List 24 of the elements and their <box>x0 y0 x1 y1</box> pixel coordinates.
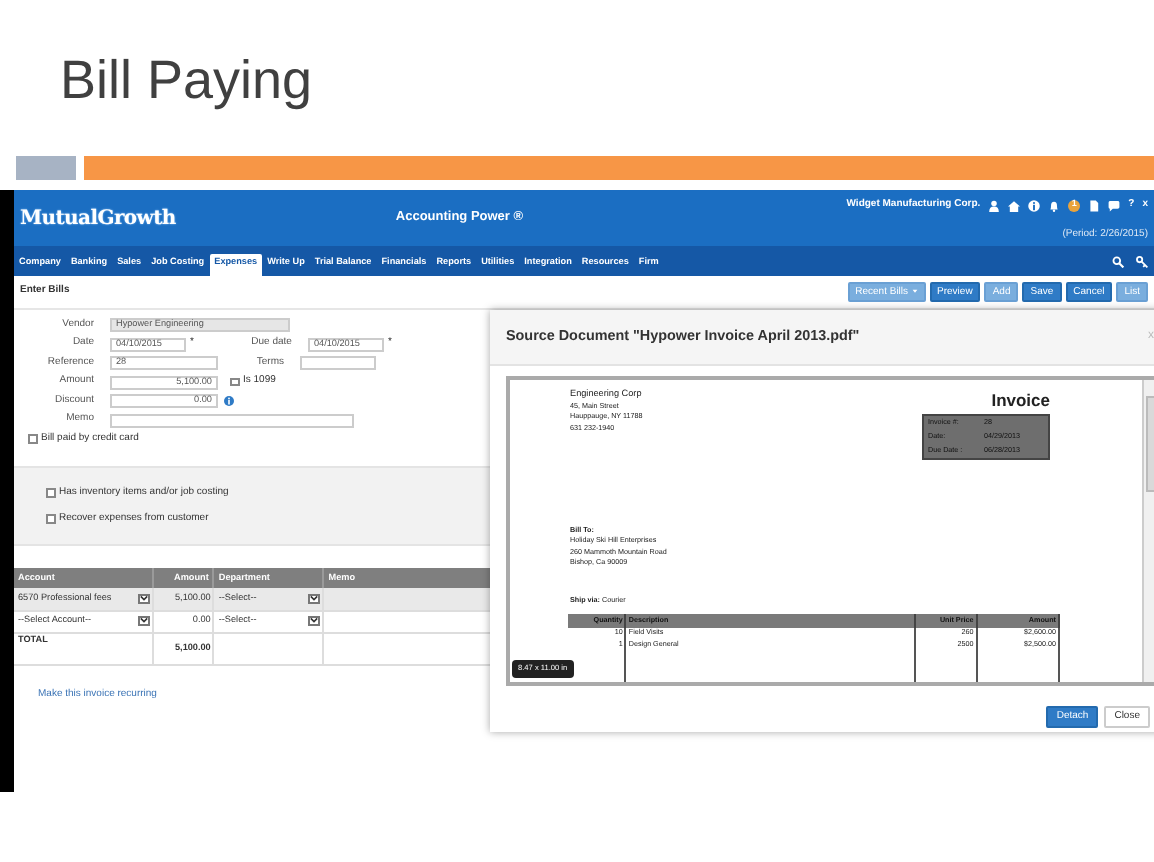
search-icon[interactable] <box>1112 255 1124 267</box>
caret-icon <box>911 287 918 294</box>
dropdown-arrow[interactable] <box>138 593 151 604</box>
key-icon[interactable] <box>1136 255 1148 267</box>
input-field[interactable] <box>110 413 354 427</box>
dropdown-arrow[interactable] <box>308 615 321 626</box>
bell-icon[interactable] <box>1048 199 1061 212</box>
dropdown-arrow[interactable] <box>308 593 321 604</box>
user-icon[interactable] <box>988 199 1001 212</box>
document-icon[interactable] <box>1088 199 1101 212</box>
info-icon[interactable] <box>1028 199 1041 212</box>
app-logo: MutualGrowth <box>20 205 176 233</box>
checkbox[interactable] <box>46 488 55 498</box>
input-field[interactable] <box>300 356 376 370</box>
chat-icon[interactable] <box>1108 199 1121 212</box>
invoice-heading: Invoice <box>991 388 1050 414</box>
info-icon[interactable] <box>224 396 234 406</box>
decor-bar <box>16 156 76 180</box>
slide-title: Bill Paying <box>58 48 315 114</box>
checkbox[interactable] <box>28 434 37 444</box>
dropdown-arrow[interactable] <box>138 615 151 626</box>
checkbox[interactable] <box>46 514 55 524</box>
checkbox[interactable] <box>230 377 239 387</box>
home-icon[interactable] <box>1008 199 1021 212</box>
